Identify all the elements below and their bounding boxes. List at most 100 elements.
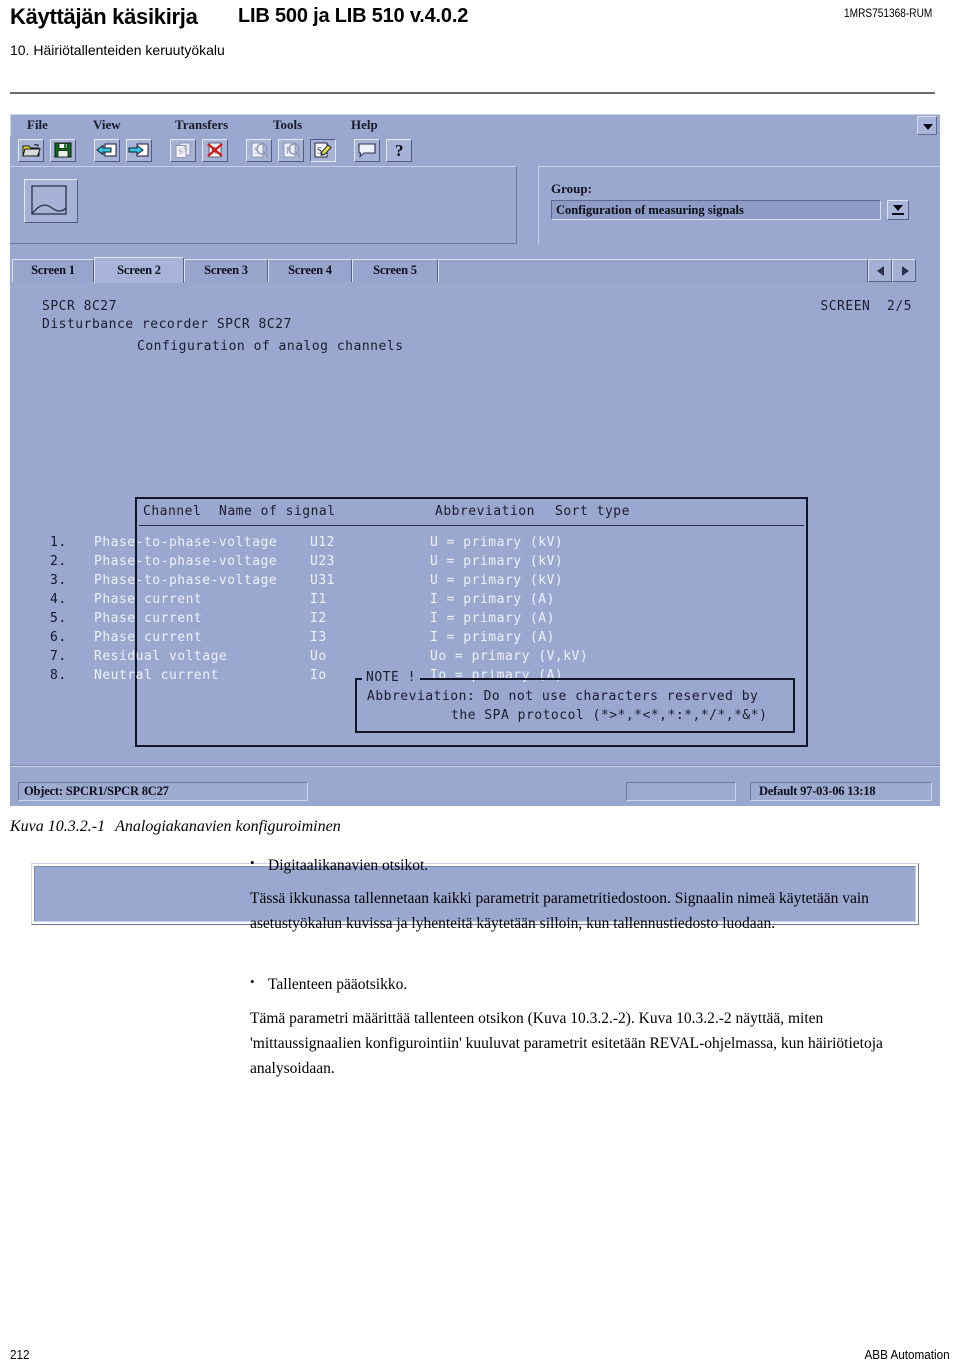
svg-text:S: S (183, 145, 187, 154)
cell-channel: 2. (50, 554, 67, 569)
save-button[interactable] (50, 139, 76, 162)
cell-channel: 5. (50, 611, 67, 626)
open-folder-button[interactable] (18, 139, 44, 162)
view-recordings-button[interactable]: R (278, 139, 304, 162)
group-dropdown-arrow-icon[interactable] (887, 200, 909, 220)
footer-page-number: 212 (10, 1347, 30, 1362)
tab-screen-3[interactable]: Screen 3 (184, 259, 268, 282)
note-button[interactable] (354, 139, 380, 162)
cell-abbreviation: U12 (310, 535, 335, 550)
cell-channel: 7. (50, 649, 67, 664)
group-label: Group: (551, 181, 592, 196)
table-row[interactable]: 2. Phase-to-phase-voltage U23 U = primary (… (18, 554, 563, 569)
cell-channel: 8. (50, 668, 67, 683)
tab-prev-button[interactable] (868, 259, 892, 282)
menu-transfers[interactable]: Transfers (165, 117, 263, 133)
cell-name: Phase-to-phase-voltage (94, 573, 278, 588)
status-middle (626, 782, 736, 801)
col-header-abbreviation: Abbreviation (435, 504, 535, 519)
tab-screen-4[interactable]: Screen 4 (268, 259, 352, 282)
help-question-icon: ? (387, 141, 411, 159)
transfer-out-button[interactable] (126, 139, 152, 162)
col-header-name: Name of signal (219, 504, 336, 519)
cell-sort-type: Uo = primary (V,kV) (430, 649, 589, 664)
header-divider (10, 92, 935, 94)
view-recordings-icon: R (279, 141, 303, 159)
bullet-text-2: Tallenteen pääotsikko. (250, 971, 910, 997)
document-id: 1MRS751368-RUM (843, 8, 932, 20)
cell-abbreviation: I2 (310, 611, 327, 626)
cell-channel: 6. (50, 630, 67, 645)
bullet-text-1: Digitaalikanavien otsikot. (250, 852, 910, 878)
triangle-right-icon (902, 266, 909, 276)
tab-screen-1[interactable]: Screen 1 (12, 259, 94, 282)
delete-settings-icon: R (203, 141, 227, 159)
screen-tabs: Screen 1 Screen 2 Screen 3 Screen 4 Scre… (10, 257, 940, 283)
edit-settings-icon: S (311, 141, 335, 159)
table-row[interactable]: 5. Phase current I2 I = primary (A) (18, 611, 555, 626)
view-settings-button[interactable]: S (246, 139, 272, 162)
transfer-in-icon (95, 141, 119, 159)
table-row[interactable]: 3. Phase-to-phase-voltage U31 U = primary (… (18, 573, 563, 588)
cell-channel: 4. (50, 592, 67, 607)
cell-sort-type: U = primary (kV) (430, 573, 564, 588)
left-tool-panel (10, 166, 517, 244)
menu-items: File View Transfers Tools Help (17, 117, 388, 133)
cell-sort-type: U = primary (kV) (430, 554, 564, 569)
copy-settings-button[interactable]: S S (170, 139, 196, 162)
cell-channel: 3. (50, 573, 67, 588)
figure-caption: Kuva 10.3.2.-1 Analogiakanavien konfiguro… (10, 818, 341, 836)
svg-text:?: ? (395, 141, 404, 159)
cell-abbreviation: I3 (310, 630, 327, 645)
tab-screen-5[interactable]: Screen 5 (352, 259, 438, 282)
edit-settings-button[interactable]: S (310, 139, 336, 162)
bullet-item-1: Digitaalikanavien otsikot. (250, 852, 910, 878)
transfer-in-button[interactable] (94, 139, 120, 162)
tab-next-button[interactable] (892, 259, 916, 282)
note-title: NOTE ! (362, 670, 420, 685)
screen-indicator: SCREEN 2/5 (820, 299, 912, 314)
cell-abbreviation: U31 (310, 573, 335, 588)
cell-sort-type: I = primary (A) (430, 630, 555, 645)
menu-bar: File View Transfers Tools Help (10, 114, 940, 136)
transfer-out-icon (127, 141, 151, 159)
view-settings-icon: S (247, 141, 271, 159)
page-header: Käyttäjän käsikirja LIB 500 ja LIB 510 v… (0, 0, 960, 96)
group-select[interactable]: Configuration of measuring signals (551, 200, 881, 220)
copy-settings-icon: S S (171, 141, 195, 159)
manual-title: Käyttäjän käsikirja (10, 4, 198, 29)
menu-view[interactable]: View (83, 117, 165, 133)
table-row[interactable]: 4. Phase current I1 I = primary (A) (18, 592, 555, 607)
cell-name: Neutral current (94, 668, 219, 683)
col-header-sort-type: Sort type (555, 504, 630, 519)
menu-file[interactable]: File (17, 117, 83, 133)
cell-channel: 1. (50, 535, 67, 550)
status-object: Object: SPCR1/SPCR 8C27 (18, 782, 308, 801)
cell-abbreviation: U23 (310, 554, 335, 569)
table-row[interactable]: 6. Phase current I3 I = primary (A) (18, 630, 555, 645)
table-header-row: Channel Name of signal Abbreviation Sort ty… (143, 504, 630, 519)
help-button[interactable]: ? (386, 139, 412, 162)
table-row[interactable]: 1. Phase-to-phase-voltage U12 U = primary (… (18, 535, 563, 550)
chapter-title: 10. Häiriötallenteiden keruutyökalu (10, 42, 225, 58)
device-desc: Disturbance recorder SPCR 8C27 (42, 317, 292, 332)
menubar-dropdown-arrow-icon[interactable] (917, 116, 937, 135)
open-folder-icon (19, 141, 43, 159)
note-box (355, 678, 795, 733)
product-title: LIB 500 ja LIB 510 v.4.0.2 (238, 5, 469, 27)
tab-filler (438, 259, 868, 282)
delete-settings-button[interactable]: R (202, 139, 228, 162)
table-row[interactable]: 7. Residual voltage Uo Uo = primary (V,kV) (18, 649, 588, 664)
screen-shape-icon (25, 185, 70, 222)
tab-screen-2[interactable]: Screen 2 (94, 257, 184, 283)
screen-shape-button[interactable] (24, 179, 78, 223)
menu-tools[interactable]: Tools (263, 117, 341, 133)
terminal-content: SPCR 8C27 Disturbance recorder SPCR 8C27… (10, 283, 940, 925)
cell-sort-type: I = primary (A) (430, 611, 555, 626)
bullet-item-2: Tallenteen pääotsikko. (250, 971, 910, 997)
menu-help[interactable]: Help (341, 117, 388, 133)
device-id: SPCR 8C27 (42, 299, 117, 314)
cell-name: Phase current (94, 630, 203, 645)
application-window: File View Transfers Tools Help S S R S R… (10, 114, 940, 925)
cell-name: Residual voltage (94, 649, 228, 664)
